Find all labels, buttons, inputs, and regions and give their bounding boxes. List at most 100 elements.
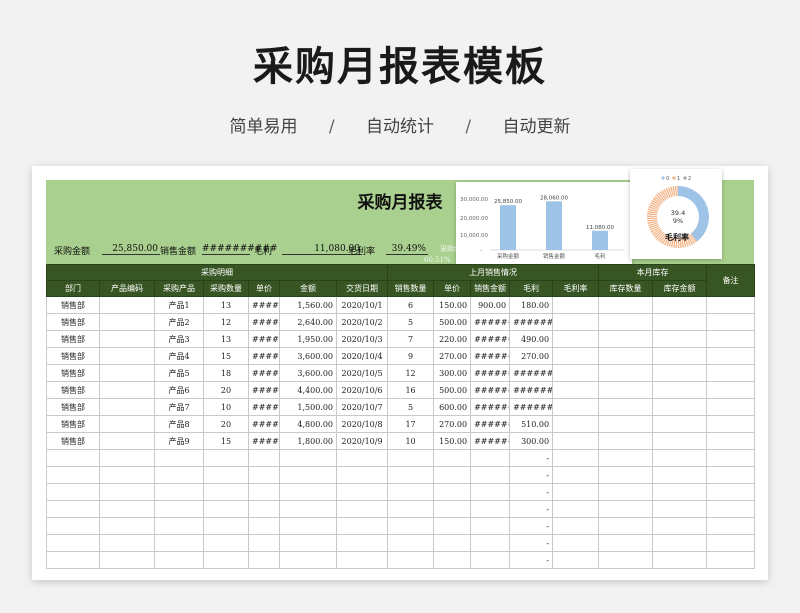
table-cell[interactable] <box>552 330 600 348</box>
table-cell[interactable] <box>598 381 654 399</box>
table-cell[interactable]: 12 <box>203 313 249 331</box>
column-header[interactable]: 毛利 <box>509 280 554 297</box>
table-cell[interactable] <box>335 483 389 501</box>
bar[interactable] <box>500 205 516 250</box>
table-cell[interactable] <box>279 534 337 552</box>
table-cell[interactable]: 270.00 <box>433 347 472 365</box>
table-cell[interactable]: 产品2 <box>154 313 204 331</box>
table-cell[interactable] <box>652 364 708 382</box>
table-cell[interactable] <box>706 534 756 552</box>
table-cell[interactable]: 4,400.00 <box>279 381 337 399</box>
table-cell[interactable] <box>248 517 280 535</box>
table-cell[interactable]: 13 <box>203 330 249 348</box>
column-header[interactable]: 库存金额 <box>652 280 708 297</box>
table-cell[interactable] <box>99 466 155 484</box>
table-cell[interactable] <box>248 466 280 484</box>
table-cell[interactable] <box>552 466 600 484</box>
table-cell[interactable]: 销售部 <box>46 364 100 382</box>
table-cell[interactable] <box>652 296 708 314</box>
table-cell[interactable] <box>598 534 654 552</box>
table-cell[interactable] <box>706 415 756 433</box>
table-cell[interactable] <box>46 449 100 467</box>
table-cell[interactable]: 510.00 <box>509 415 554 433</box>
table-cell[interactable] <box>99 483 155 501</box>
table-cell[interactable] <box>46 483 100 501</box>
table-cell[interactable]: 180.00 <box>509 296 554 314</box>
table-cell[interactable]: 销售部 <box>46 398 100 416</box>
table-cell[interactable]: 20 <box>203 415 249 433</box>
table-cell[interactable] <box>99 517 155 535</box>
column-header[interactable]: 部门 <box>46 280 100 297</box>
table-cell[interactable]: 销售部 <box>46 381 100 399</box>
table-cell[interactable]: - <box>509 517 554 535</box>
column-header[interactable]: 金额 <box>279 280 337 297</box>
table-cell[interactable] <box>552 398 600 416</box>
table-cell[interactable] <box>279 483 337 501</box>
table-cell[interactable]: 销售部 <box>46 330 100 348</box>
table-cell[interactable] <box>706 330 756 348</box>
table-cell[interactable]: 1,560.00 <box>279 296 337 314</box>
table-cell[interactable]: 12 <box>387 364 435 382</box>
table-cell[interactable] <box>154 483 204 501</box>
table-cell[interactable] <box>154 517 204 535</box>
table-cell[interactable]: - <box>509 551 554 569</box>
table-cell[interactable]: 2020/10/1 <box>335 296 389 314</box>
table-cell[interactable] <box>46 551 100 569</box>
table-cell[interactable] <box>598 398 654 416</box>
table-cell[interactable] <box>706 347 756 365</box>
table-cell[interactable] <box>552 364 600 382</box>
table-cell[interactable] <box>46 534 100 552</box>
table-cell[interactable] <box>598 517 654 535</box>
table-cell[interactable]: ###### <box>248 313 280 331</box>
table-cell[interactable]: 20 <box>203 381 249 399</box>
table-cell[interactable] <box>433 449 472 467</box>
table-cell[interactable] <box>203 534 249 552</box>
table-cell[interactable] <box>552 449 600 467</box>
table-cell[interactable] <box>99 432 155 450</box>
table-cell[interactable]: 220.00 <box>433 330 472 348</box>
table-cell[interactable]: ###### <box>248 330 280 348</box>
table-cell[interactable] <box>203 551 249 569</box>
table-cell[interactable]: 2020/10/2 <box>335 313 389 331</box>
table-cell[interactable]: 产品7 <box>154 398 204 416</box>
table-cell[interactable] <box>248 449 280 467</box>
table-cell[interactable] <box>203 466 249 484</box>
table-cell[interactable]: 300.00 <box>433 364 472 382</box>
table-cell[interactable]: 3,600.00 <box>279 364 337 382</box>
table-cell[interactable] <box>652 534 708 552</box>
table-cell[interactable] <box>652 313 708 331</box>
table-cell[interactable] <box>248 500 280 518</box>
table-cell[interactable]: 2020/10/5 <box>335 364 389 382</box>
table-cell[interactable]: ###### <box>248 347 280 365</box>
table-cell[interactable] <box>552 500 600 518</box>
table-cell[interactable] <box>335 551 389 569</box>
table-cell[interactable]: 1,500.00 <box>279 398 337 416</box>
table-cell[interactable] <box>598 415 654 433</box>
table-cell[interactable] <box>706 500 756 518</box>
table-cell[interactable] <box>652 398 708 416</box>
table-cell[interactable]: ######### <box>509 313 554 331</box>
table-cell[interactable] <box>470 551 511 569</box>
table-cell[interactable]: 900.00 <box>470 296 511 314</box>
column-header-remark[interactable]: 备注 <box>706 264 756 297</box>
table-cell[interactable]: ######## <box>470 364 511 382</box>
table-cell[interactable] <box>470 466 511 484</box>
table-cell[interactable] <box>706 364 756 382</box>
table-cell[interactable]: 150.00 <box>433 296 472 314</box>
donut-chart[interactable]: 0 1 2 39.4 9% 毛利率 <box>630 169 722 259</box>
table-cell[interactable]: ######## <box>470 347 511 365</box>
column-header[interactable]: 交货日期 <box>335 280 389 297</box>
table-cell[interactable] <box>598 500 654 518</box>
table-cell[interactable]: 4,800.00 <box>279 415 337 433</box>
table-cell[interactable] <box>387 517 435 535</box>
table-cell[interactable] <box>598 330 654 348</box>
table-cell[interactable]: ######## <box>470 432 511 450</box>
table-cell[interactable] <box>248 551 280 569</box>
table-cell[interactable] <box>706 432 756 450</box>
table-cell[interactable] <box>470 483 511 501</box>
table-cell[interactable]: 产品8 <box>154 415 204 433</box>
table-cell[interactable]: ###### <box>248 398 280 416</box>
table-cell[interactable]: 6 <box>387 296 435 314</box>
table-cell[interactable]: 产品1 <box>154 296 204 314</box>
table-cell[interactable] <box>203 500 249 518</box>
